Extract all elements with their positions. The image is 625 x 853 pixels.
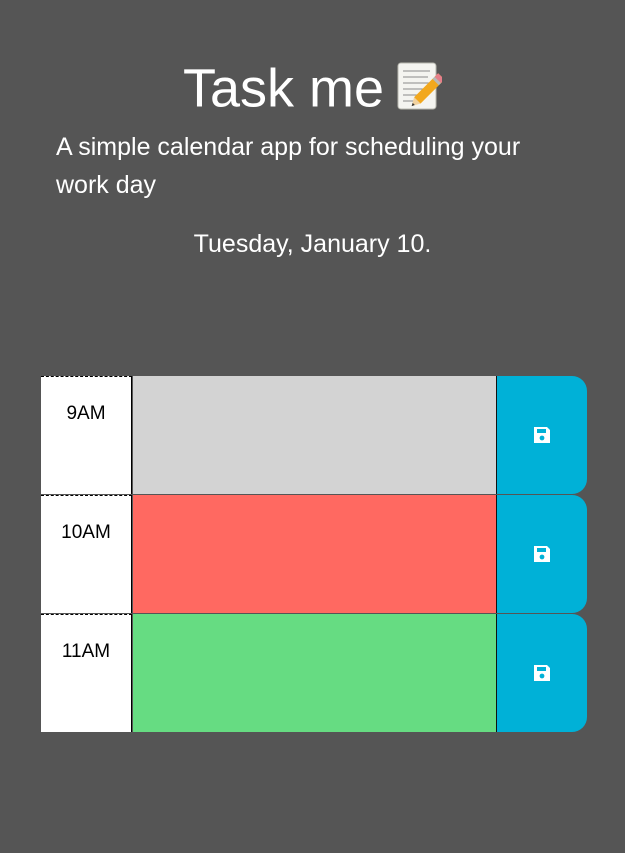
current-day: Tuesday, January 10. (193, 230, 432, 258)
save-button[interactable] (496, 376, 587, 494)
time-block-row: 9AM (41, 376, 587, 495)
task-input[interactable] (133, 376, 497, 494)
hour-label: 11AM (41, 614, 132, 732)
app-description: A simple calendar app for scheduling you… (56, 133, 521, 199)
schedule-container: 9AM 10AM 11AM (41, 376, 587, 733)
save-button[interactable] (496, 614, 587, 732)
save-button[interactable] (496, 495, 587, 613)
page-title: Task me (0, 54, 625, 120)
time-block-row: 10AM (41, 495, 587, 614)
memo-icon (394, 61, 445, 113)
hour-label: 9AM (41, 376, 132, 494)
save-icon (534, 427, 550, 443)
save-icon (534, 665, 550, 681)
task-input[interactable] (133, 495, 497, 613)
time-block-row: 11AM (41, 614, 587, 733)
hour-label: 10AM (41, 495, 132, 613)
save-icon (534, 546, 550, 562)
task-input[interactable] (133, 614, 497, 732)
page-title-text: Task me (182, 58, 385, 119)
